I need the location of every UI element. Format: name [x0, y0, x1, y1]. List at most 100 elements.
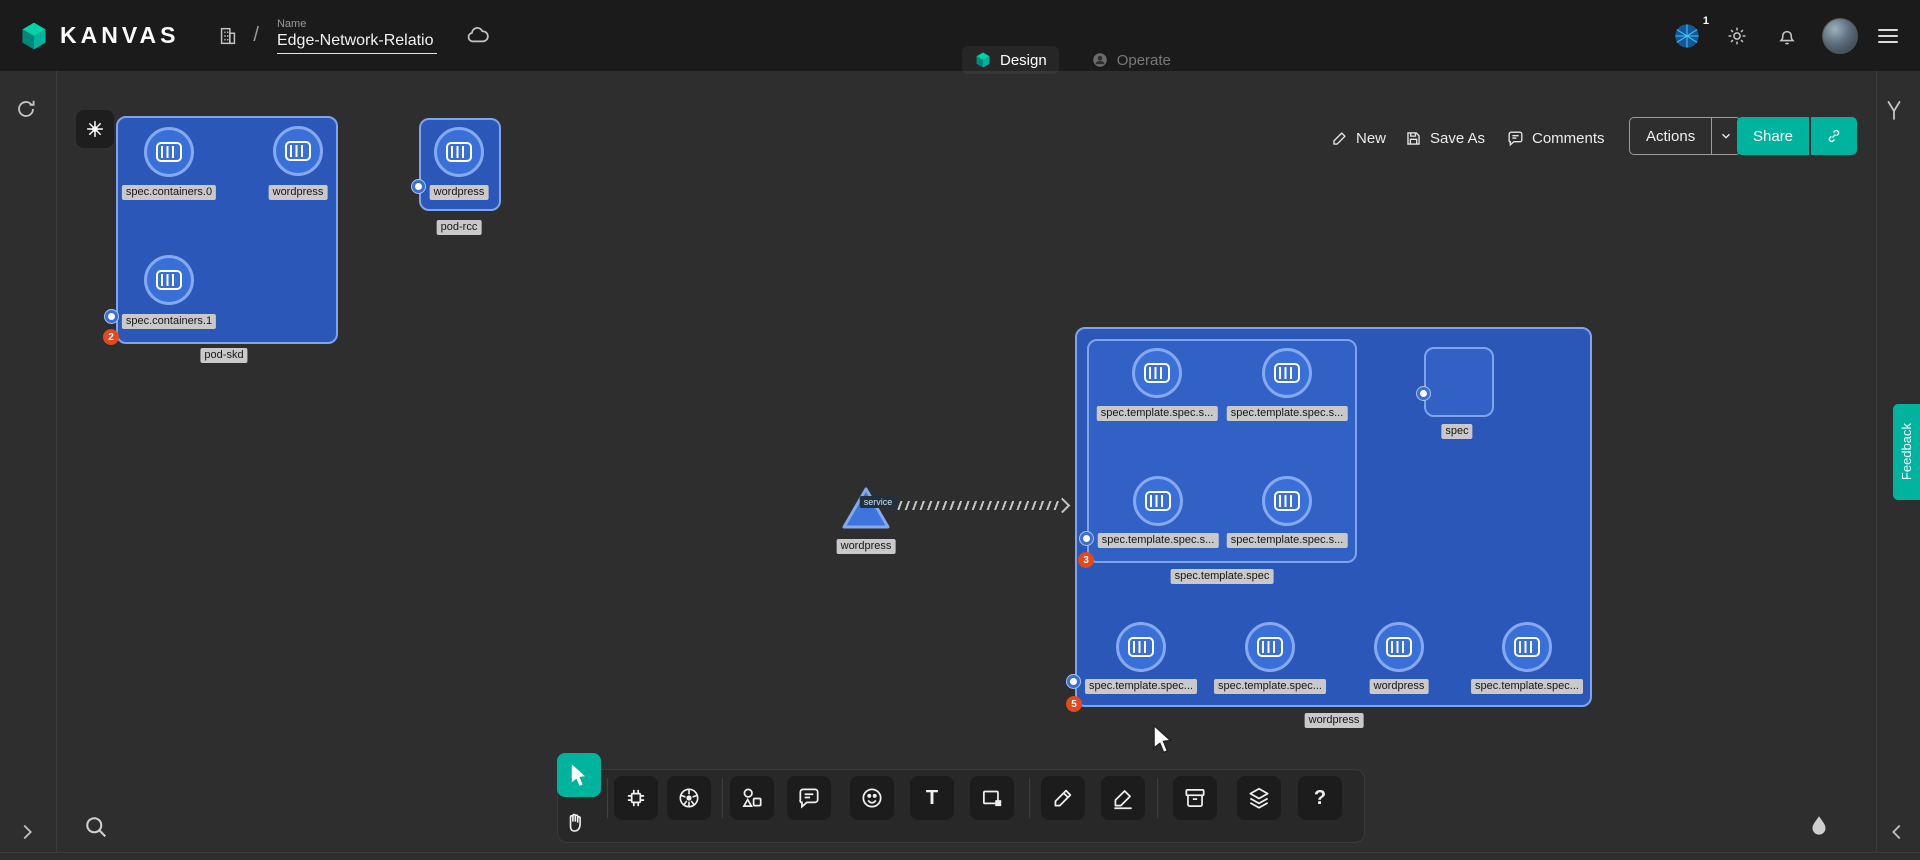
sync-refresh-icon[interactable] — [14, 97, 38, 121]
kubernetes-badge[interactable] — [1066, 674, 1081, 689]
tool-pan[interactable] — [553, 801, 597, 845]
design-name-block: Name — [277, 18, 437, 54]
dock-divider — [722, 778, 723, 818]
design-name-input[interactable] — [277, 32, 437, 54]
organization-icon[interactable] — [213, 21, 243, 51]
collapse-right-panel-icon[interactable] — [1886, 821, 1908, 843]
container-icon — [1145, 491, 1171, 511]
copy-link-button[interactable] — [1811, 117, 1857, 155]
container-node[interactable] — [1245, 622, 1295, 672]
zoom-search-icon[interactable] — [82, 813, 110, 841]
kubernetes-badge[interactable] — [1079, 531, 1094, 546]
actions-button[interactable]: Actions — [1629, 117, 1741, 155]
brand-name: KANVAS — [60, 22, 179, 49]
settings-gear-icon[interactable] — [1722, 21, 1752, 51]
container-node[interactable] — [144, 255, 194, 305]
kubernetes-badge[interactable] — [411, 179, 426, 194]
kanvas-app: KANVAS / Name Design — [0, 0, 1920, 860]
kanvas-logo[interactable]: KANVAS — [18, 20, 179, 52]
tab-operate[interactable]: Operate — [1079, 46, 1183, 74]
node-label: spec.containers.0 — [122, 185, 216, 200]
tool-archive[interactable] — [1173, 776, 1217, 820]
group-label: pod-rcc — [437, 220, 482, 235]
container-node[interactable] — [1374, 622, 1424, 672]
menu-hamburger-icon[interactable] — [1878, 29, 1898, 43]
help-icon: ? — [1314, 788, 1326, 808]
design-icon — [974, 51, 992, 69]
container-icon — [1514, 637, 1540, 657]
container-node[interactable] — [1116, 622, 1166, 672]
expand-left-panel-icon[interactable] — [16, 821, 38, 843]
edge-connector[interactable] — [893, 501, 1059, 510]
design-name-label: Name — [277, 18, 437, 30]
group-label: wordpress — [1305, 713, 1364, 728]
node-label: spec.template.spec.s... — [1227, 406, 1348, 421]
share-button[interactable]: Share — [1737, 117, 1809, 155]
node-label: spec.template.spec... — [1471, 679, 1583, 694]
new-button[interactable]: New — [1330, 123, 1386, 153]
count-badge[interactable]: 3 — [1078, 552, 1094, 568]
container-icon — [156, 142, 182, 162]
notification-count: 1 — [1703, 15, 1709, 27]
flower-icon — [84, 118, 106, 140]
node-label: wordpress — [430, 185, 489, 200]
feedback-tab[interactable]: Feedback — [1893, 404, 1920, 500]
group-label: pod-skd — [200, 348, 247, 363]
container-node[interactable] — [1133, 476, 1183, 526]
save-as-button[interactable]: Save As — [1404, 123, 1485, 153]
node-label: spec.template.spec... — [1085, 679, 1197, 694]
tool-help[interactable]: ? — [1298, 776, 1342, 820]
container-node[interactable] — [1262, 348, 1312, 398]
container-icon — [156, 270, 182, 290]
container-icon — [1386, 637, 1412, 657]
tool-layers[interactable] — [1237, 776, 1281, 820]
layers-icon — [1246, 785, 1272, 811]
hand-icon — [563, 811, 587, 835]
actions-dropdown-toggle[interactable] — [1711, 118, 1740, 154]
group-spec-template-spec[interactable] — [1087, 339, 1357, 563]
header-right: 1 — [1672, 18, 1902, 54]
validate-y-icon[interactable] — [1882, 98, 1906, 122]
sketch-pen-icon — [1110, 785, 1136, 811]
tool-rectangle[interactable] — [970, 776, 1014, 820]
mouse-cursor — [1152, 724, 1174, 754]
tool-shapes[interactable] — [730, 776, 774, 820]
count-badge[interactable]: 2 — [103, 329, 119, 345]
kubernetes-badge[interactable] — [1416, 386, 1431, 401]
spec-box[interactable] — [1424, 347, 1494, 417]
tool-doodle[interactable] — [850, 776, 894, 820]
node-label: wordpress — [1370, 679, 1429, 694]
tool-component[interactable] — [614, 776, 658, 820]
container-node[interactable] — [1502, 622, 1552, 672]
design-canvas[interactable]: Feedback New Save As Comments Actions — [0, 71, 1920, 860]
doodle-icon — [859, 785, 885, 811]
comments-button[interactable]: Comments — [1506, 123, 1605, 153]
cloud-sync-icon[interactable] — [463, 21, 493, 51]
container-node[interactable] — [273, 126, 323, 176]
notifications-bell-icon[interactable] — [1772, 21, 1802, 51]
container-node[interactable] — [1132, 348, 1182, 398]
meshery-cloud-icon[interactable]: 1 — [1672, 21, 1702, 51]
node-label: spec.template.spec.s... — [1227, 533, 1348, 548]
user-avatar[interactable] — [1822, 18, 1858, 54]
tool-text[interactable]: T — [910, 776, 954, 820]
tool-comment[interactable] — [787, 776, 831, 820]
tab-design[interactable]: Design — [962, 46, 1059, 74]
container-node[interactable] — [1262, 476, 1312, 526]
comment-icon — [1506, 129, 1525, 148]
service-node[interactable] — [840, 485, 892, 531]
rectangle-icon — [979, 785, 1005, 811]
cursor-icon — [569, 763, 589, 787]
kubernetes-badge[interactable] — [104, 309, 119, 324]
tool-annotate[interactable] — [1041, 776, 1085, 820]
count-badge[interactable]: 5 — [1066, 696, 1082, 712]
container-node[interactable] — [434, 127, 484, 177]
snapshot-flower-button[interactable] — [76, 110, 114, 148]
archive-icon — [1182, 785, 1208, 811]
tool-cursor[interactable] — [557, 753, 601, 797]
ink-drop-icon[interactable] — [1806, 813, 1832, 839]
container-icon — [1128, 637, 1154, 657]
container-node[interactable] — [144, 127, 194, 177]
tool-sketch[interactable] — [1101, 776, 1145, 820]
tool-kubernetes[interactable] — [667, 776, 711, 820]
